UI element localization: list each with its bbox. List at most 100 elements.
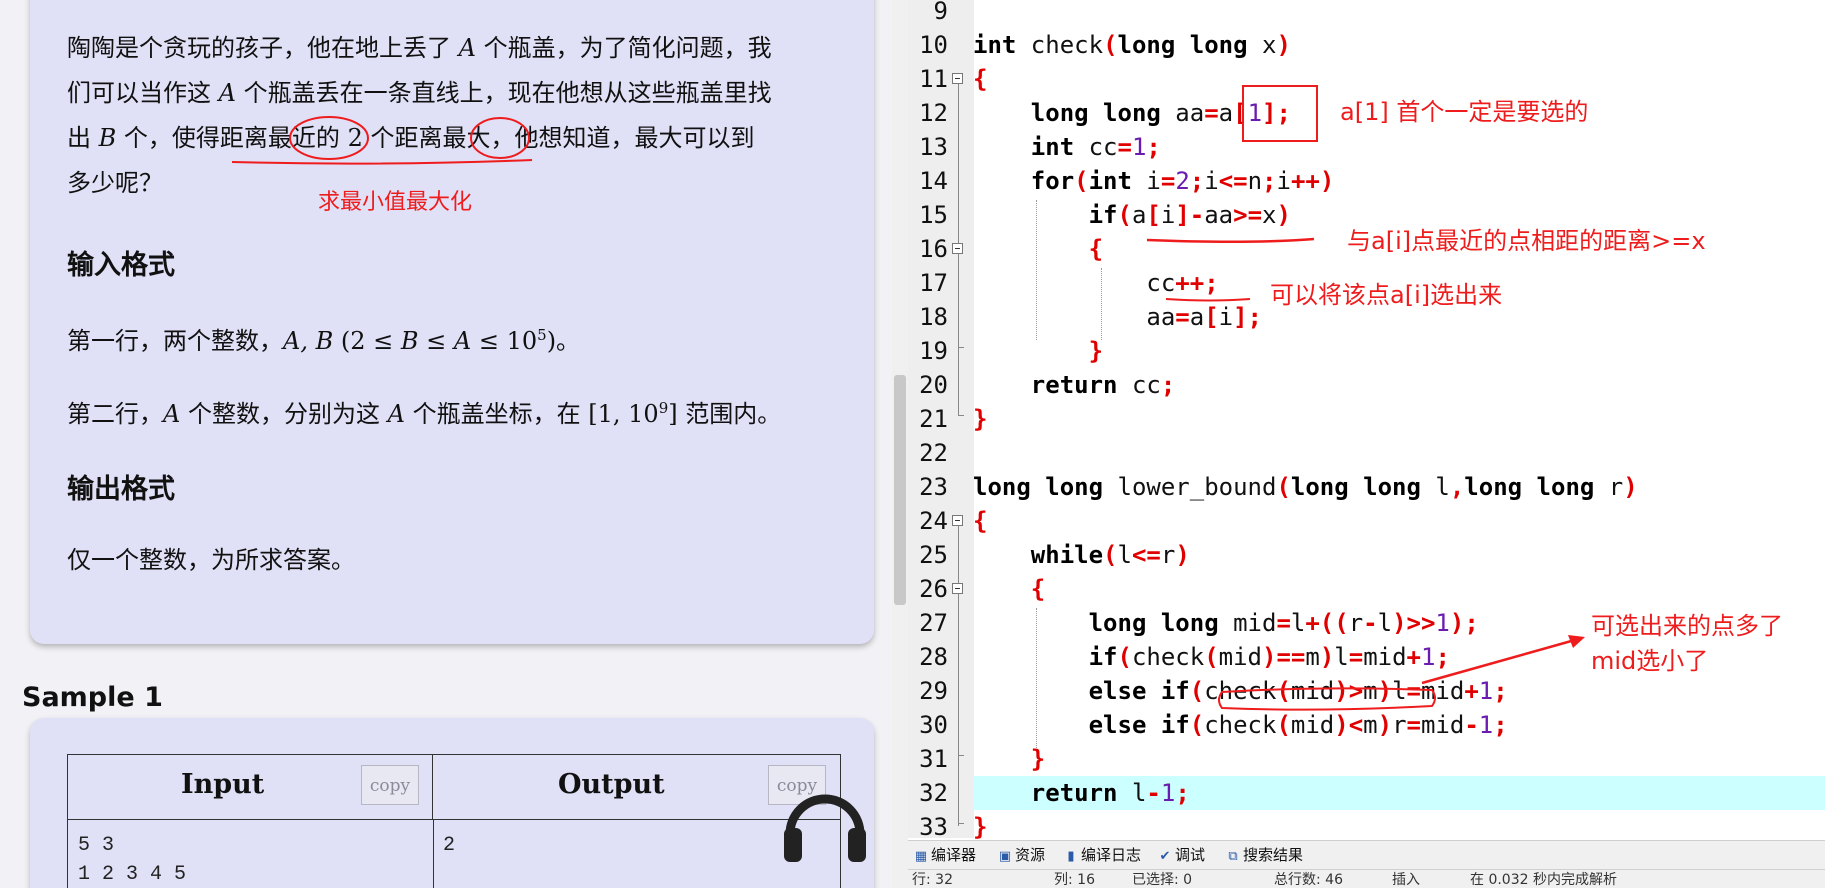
code-line-20: return cc; bbox=[1030, 371, 1176, 399]
sample-title: Sample 1 bbox=[22, 682, 163, 713]
line-number: 28 bbox=[919, 643, 948, 671]
math-span: ≤ bbox=[418, 327, 454, 355]
problem-paragraph-line-3: 出 B 个，使得距离最近的 2 个距离最大，他想知道，最大可以到 bbox=[67, 116, 754, 161]
tab-label: 搜索结果 bbox=[1243, 846, 1304, 864]
chart-icon: ▮ bbox=[1067, 849, 1075, 864]
status-parse-message: 在 0.032 秒内完成解析 bbox=[1470, 872, 1617, 888]
status-value: 16 bbox=[1077, 872, 1095, 888]
math-span: [1, 10 bbox=[588, 400, 659, 428]
annotation-maximize-min: 求最小值最大化 bbox=[318, 190, 473, 215]
code-line-17: cc++; bbox=[973, 269, 1219, 297]
tab-resources[interactable]: ▣ 资源 bbox=[998, 844, 1045, 866]
status-label: 已选择: bbox=[1132, 872, 1179, 888]
code-line-30: else if(check(mid)<m)r=mid-1; bbox=[1088, 711, 1508, 739]
line-number: 17 bbox=[919, 269, 948, 297]
math-num: 2 bbox=[347, 124, 363, 152]
code-line-10: int check(long long x) bbox=[973, 31, 1291, 59]
check-icon: ✔ bbox=[1159, 849, 1171, 864]
line-number: 29 bbox=[919, 677, 948, 705]
headphone-icon[interactable] bbox=[780, 784, 870, 864]
code-line-12: long long aa=a[1]; bbox=[1030, 99, 1291, 127]
code-line-28: if(check(mid)==m)l=mid+1; bbox=[1088, 643, 1450, 671]
left-scrollbar[interactable] bbox=[892, 0, 908, 888]
code-line-29: else if(check(mid)>m)l=mid+1; bbox=[1088, 677, 1508, 705]
left-scrollbar-thumb[interactable] bbox=[894, 375, 906, 605]
sample-input-line-2: 1 2 3 4 5 bbox=[78, 863, 187, 886]
code-line-21: } bbox=[973, 405, 988, 433]
code-line-16: { bbox=[1088, 235, 1104, 263]
text-span: 第一行，两个整数， bbox=[67, 327, 283, 355]
fold-end bbox=[958, 415, 964, 416]
tab-label: 编译日志 bbox=[1081, 846, 1142, 864]
output-header-label: Output bbox=[558, 769, 665, 800]
search-result-icon: ⧉ bbox=[1228, 849, 1238, 864]
math-exp: 9 bbox=[658, 399, 669, 417]
text-span: 范围内。 bbox=[685, 400, 782, 428]
tab-compiler[interactable]: ▦ 编译器 bbox=[914, 844, 976, 866]
line-number: 11 bbox=[919, 65, 948, 93]
code-editor[interactable]: 9 10 11 12 13 14 15 16 17 18 19 20 21 22… bbox=[908, 0, 1825, 888]
bottom-panel-tabs: ▦ 编译器 ▣ 资源 ▮ 编译日志 ✔ 调试 ⧉ 搜索结果 bbox=[908, 840, 1825, 869]
math-span: )。 bbox=[546, 327, 581, 355]
input-format-heading: 输入格式 bbox=[67, 250, 175, 281]
problem-paragraph-line-2: 们可以当作这 A 个瓶盖丢在一条直线上，现在他想从这些瓶盖里找 bbox=[67, 71, 772, 116]
line-number: 32 bbox=[919, 779, 948, 807]
text-span: 第二行， bbox=[67, 400, 163, 428]
line-number: 31 bbox=[919, 745, 948, 773]
fold-toggle-icon[interactable] bbox=[952, 73, 963, 84]
text-span: 个瓶盖，为了简化问题，我 bbox=[483, 34, 772, 62]
fold-toggle-icon[interactable] bbox=[952, 583, 963, 594]
status-value: 46 bbox=[1325, 872, 1343, 888]
code-line-27: long long mid=l+((r-l)>>1); bbox=[1088, 609, 1479, 637]
line-number: 22 bbox=[919, 439, 948, 467]
text-span: 个瓶盖坐标，在 bbox=[412, 400, 581, 428]
fold-toggle-icon[interactable] bbox=[952, 243, 963, 254]
math-var: A, B bbox=[283, 327, 334, 355]
copy-input-button[interactable]: copy bbox=[361, 765, 419, 805]
math-var: A bbox=[387, 400, 405, 428]
tab-label: 编译器 bbox=[931, 846, 977, 864]
output-format-line: 仅一个整数，为所求答案。 bbox=[67, 546, 355, 574]
text-span: 个整数，分别为这 bbox=[187, 400, 380, 428]
tab-debug[interactable]: ✔ 调试 bbox=[1158, 844, 1205, 866]
code-line-31: } bbox=[1030, 745, 1046, 773]
tab-search-results[interactable]: ⧉ 搜索结果 bbox=[1226, 844, 1303, 866]
code-line-19: } bbox=[1088, 337, 1104, 365]
math-var: A bbox=[453, 327, 472, 355]
annotation-first-selected: a[1] 首个一定是要选的 bbox=[1340, 98, 1589, 126]
line-number: 25 bbox=[919, 541, 948, 569]
sample-table: Input copy Output copy 5 3 1 2 3 4 5 2 bbox=[67, 754, 841, 888]
line-number: 15 bbox=[919, 201, 948, 229]
math-span: (2 ≤ bbox=[340, 327, 401, 355]
line-number: 21 bbox=[919, 405, 948, 433]
status-label: 行: bbox=[912, 872, 931, 888]
problem-page: 陶陶是个贪玩的孩子，他在地上丢了 A 个瓶盖，为了简化问题，我 们可以当作这 A… bbox=[0, 0, 892, 888]
tab-compile-log[interactable]: ▮ 编译日志 bbox=[1064, 844, 1141, 866]
code-line-15: if(a[i]-aa>=x) bbox=[1088, 201, 1291, 229]
code-line-24: { bbox=[973, 507, 988, 535]
fold-end bbox=[958, 823, 964, 824]
status-total-lines: 总行数: 46 bbox=[1274, 873, 1343, 887]
sample-output-value: 2 bbox=[443, 834, 456, 857]
resource-icon: ▣ bbox=[998, 849, 1012, 864]
line-number: 12 bbox=[919, 99, 948, 127]
math-var: B bbox=[400, 327, 419, 355]
tab-label: 资源 bbox=[1015, 846, 1046, 864]
math-span: ] bbox=[668, 400, 678, 428]
line-number: 33 bbox=[919, 813, 948, 841]
problem-paragraph-line-1: 陶陶是个贪玩的孩子，他在地上丢了 A 个瓶盖，为了简化问题，我 bbox=[67, 26, 772, 71]
math-var: B bbox=[98, 124, 117, 152]
line-number: 16 bbox=[919, 235, 948, 263]
status-row: 行: 32 bbox=[912, 873, 953, 887]
fold-end bbox=[958, 755, 964, 756]
code-line-13: int cc=1; bbox=[1030, 133, 1161, 161]
text-span: 陶陶是个贪玩的孩子，他在地上丢了 bbox=[67, 34, 451, 62]
tab-label: 调试 bbox=[1175, 846, 1206, 864]
fold-toggle-icon[interactable] bbox=[952, 515, 963, 526]
code-line-25: while(l<=r) bbox=[1030, 541, 1190, 569]
output-format-heading: 输出格式 bbox=[67, 474, 175, 505]
line-number: 30 bbox=[919, 711, 948, 739]
code-line-23: long long lower_bound(long long l,long l… bbox=[973, 473, 1638, 501]
math-var: A bbox=[163, 400, 181, 428]
sample-input-line-1: 5 3 bbox=[78, 834, 115, 857]
